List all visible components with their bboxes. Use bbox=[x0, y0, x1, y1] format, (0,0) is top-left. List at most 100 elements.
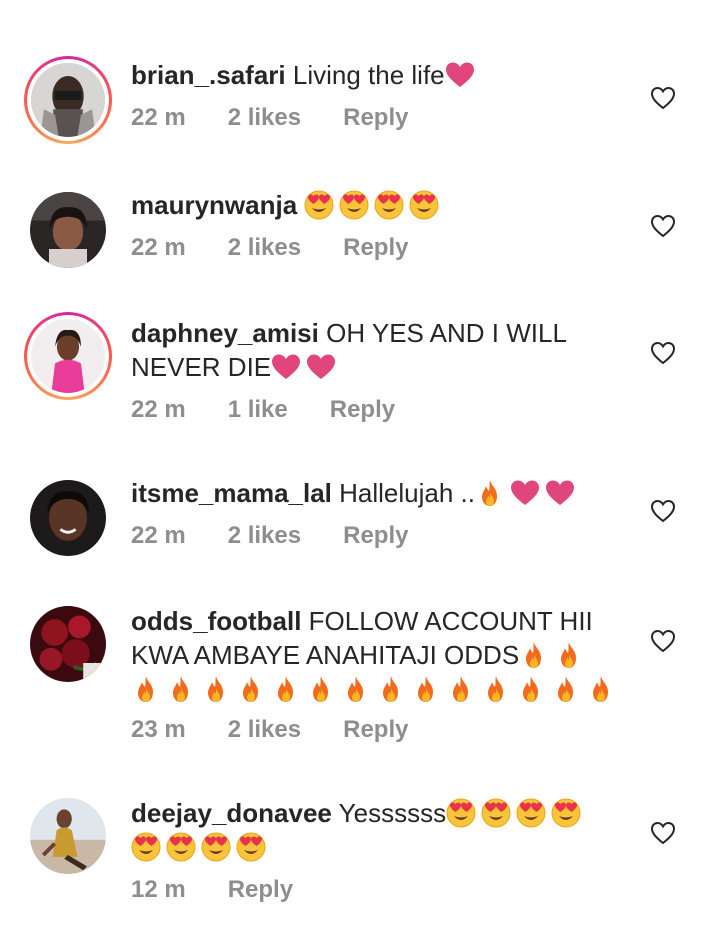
comment-meta: 22 m 2 likes Reply bbox=[131, 234, 621, 262]
avatar-story-ring[interactable] bbox=[24, 312, 112, 400]
heart-emoji-icon bbox=[545, 478, 575, 508]
heart-outline-icon[interactable] bbox=[650, 85, 676, 111]
comment-meta: 22 m 2 likes Reply bbox=[131, 522, 621, 550]
heart-outline-icon[interactable] bbox=[650, 498, 676, 524]
comment-time: 23 m bbox=[131, 716, 186, 743]
fire-emoji-icon bbox=[481, 674, 511, 704]
comment-text-line-2 bbox=[131, 830, 621, 864]
comment-username[interactable]: odds_football bbox=[131, 606, 301, 636]
heart-emoji-icon bbox=[445, 60, 475, 90]
comment-text: Living the life bbox=[292, 60, 445, 90]
comment-text-continued: KWA AMBAYE ANAHITAJI ODDS bbox=[131, 640, 520, 670]
fire-emoji-icon bbox=[411, 674, 441, 704]
comment-likes-count[interactable]: 2 likes bbox=[228, 522, 301, 550]
fire-emoji-icon bbox=[341, 674, 371, 704]
comment-meta: 23 m 2 likes Reply bbox=[131, 716, 621, 744]
avatar-image bbox=[30, 192, 106, 268]
heart-emoji-icon bbox=[306, 352, 336, 382]
heart-eyes-emoji-icon bbox=[409, 190, 439, 220]
fire-emoji-icon bbox=[236, 674, 266, 704]
comment-item: daphney_amisi OH YES AND I WILL NEVER DI… bbox=[0, 312, 720, 442]
heart-eyes-emoji-icon bbox=[201, 832, 231, 862]
heart-eyes-emoji-icon bbox=[551, 798, 581, 828]
fire-emoji-icon bbox=[586, 674, 616, 704]
heart-eyes-emoji-icon bbox=[131, 832, 161, 862]
avatar-story-ring[interactable] bbox=[24, 56, 112, 144]
avatar bbox=[31, 319, 105, 393]
avatar[interactable] bbox=[30, 606, 106, 682]
fire-emoji-icon bbox=[271, 674, 301, 704]
comment-text: Yessssss bbox=[338, 798, 447, 828]
fire-emoji-icon bbox=[166, 674, 196, 704]
comment-text-line: maurynwanja bbox=[131, 188, 621, 222]
fire-emoji-icon bbox=[551, 674, 581, 704]
heart-emoji-icon bbox=[271, 352, 301, 382]
avatar-image bbox=[30, 606, 106, 682]
comment-text-line: itsme_mama_lal Hallelujah .. bbox=[131, 476, 621, 510]
heart-eyes-emoji-icon bbox=[516, 798, 546, 828]
comment-username[interactable]: itsme_mama_lal bbox=[131, 478, 332, 508]
fire-emoji-icon bbox=[306, 674, 336, 704]
reply-button[interactable]: Reply bbox=[343, 104, 408, 132]
heart-emoji-icon bbox=[510, 478, 540, 508]
comment-text: Hallelujah .. bbox=[339, 478, 475, 508]
comment-text-line: brian_.safari Living the life bbox=[131, 58, 621, 92]
comment-username[interactable]: deejay_donavee bbox=[131, 798, 332, 828]
comment-username[interactable]: daphney_amisi bbox=[131, 318, 319, 348]
fire-emoji-icon bbox=[201, 674, 231, 704]
comment-item: brian_.safari Living the life 22 m 2 lik… bbox=[0, 56, 720, 166]
comment-likes-count[interactable]: 2 likes bbox=[228, 104, 301, 132]
fire-emoji-icon bbox=[131, 674, 161, 704]
heart-eyes-emoji-icon bbox=[166, 832, 196, 862]
reply-button[interactable]: Reply bbox=[228, 876, 293, 904]
heart-outline-icon[interactable] bbox=[650, 628, 676, 654]
avatar[interactable] bbox=[30, 480, 106, 556]
fire-emoji-icon bbox=[519, 640, 549, 670]
heart-eyes-emoji-icon bbox=[374, 190, 404, 220]
fire-emoji-icon bbox=[475, 478, 505, 508]
heart-outline-icon[interactable] bbox=[650, 820, 676, 846]
comment-text: FOLLOW ACCOUNT HII bbox=[308, 606, 593, 636]
comment-time: 22 m bbox=[131, 396, 186, 423]
reply-button[interactable]: Reply bbox=[343, 716, 408, 744]
comment-meta: 22 m 1 like Reply bbox=[131, 396, 621, 424]
comment-item: itsme_mama_lal Hallelujah .. 22 m 2 like… bbox=[0, 476, 720, 586]
comment-meta: 22 m 2 likes Reply bbox=[131, 104, 621, 132]
comment-text-line: deejay_donavee Yessssss bbox=[131, 796, 621, 830]
comment-time: 12 m bbox=[131, 876, 186, 903]
heart-outline-icon[interactable] bbox=[650, 340, 676, 366]
fire-emoji-icon bbox=[376, 674, 406, 704]
comment-username[interactable]: brian_.safari bbox=[131, 60, 286, 90]
comment-likes-count[interactable]: 2 likes bbox=[228, 716, 301, 744]
comment-text-line: daphney_amisi OH YES AND I WILL bbox=[131, 316, 621, 350]
fire-emoji-icon bbox=[516, 674, 546, 704]
reply-button[interactable]: Reply bbox=[343, 234, 408, 262]
comment-username[interactable]: maurynwanja bbox=[131, 190, 297, 220]
fire-emoji-icon bbox=[554, 640, 584, 670]
heart-eyes-emoji-icon bbox=[304, 190, 334, 220]
avatar[interactable] bbox=[30, 798, 106, 874]
emoji-row bbox=[131, 674, 621, 704]
comment-time: 22 m bbox=[131, 522, 186, 549]
comment-text: OH YES AND I WILL bbox=[326, 318, 567, 348]
reply-button[interactable]: Reply bbox=[343, 522, 408, 550]
heart-eyes-emoji-icon bbox=[339, 190, 369, 220]
reply-button[interactable]: Reply bbox=[330, 396, 395, 424]
comment-text-line: odds_football FOLLOW ACCOUNT HII bbox=[131, 604, 621, 638]
heart-eyes-emoji-icon bbox=[446, 798, 476, 828]
heart-eyes-emoji-icon bbox=[481, 798, 511, 828]
avatar[interactable] bbox=[30, 192, 106, 268]
comment-item: deejay_donavee Yessssss 12 m Reply bbox=[0, 796, 720, 926]
avatar-image bbox=[30, 480, 106, 556]
comment-item: odds_football FOLLOW ACCOUNT HII KWA AMB… bbox=[0, 604, 720, 764]
comment-likes-count[interactable]: 1 like bbox=[228, 396, 288, 424]
comment-meta: 12 m Reply bbox=[131, 876, 621, 904]
avatar-image bbox=[30, 798, 106, 874]
comment-likes-count[interactable]: 2 likes bbox=[228, 234, 301, 262]
comment-item: maurynwanja 22 m 2 likes Reply bbox=[0, 188, 720, 298]
comment-text-continued: NEVER DIE bbox=[131, 352, 272, 382]
comment-text-line-2: NEVER DIE bbox=[131, 350, 621, 384]
heart-eyes-emoji-icon bbox=[236, 832, 266, 862]
comment-time: 22 m bbox=[131, 234, 186, 261]
heart-outline-icon[interactable] bbox=[650, 213, 676, 239]
